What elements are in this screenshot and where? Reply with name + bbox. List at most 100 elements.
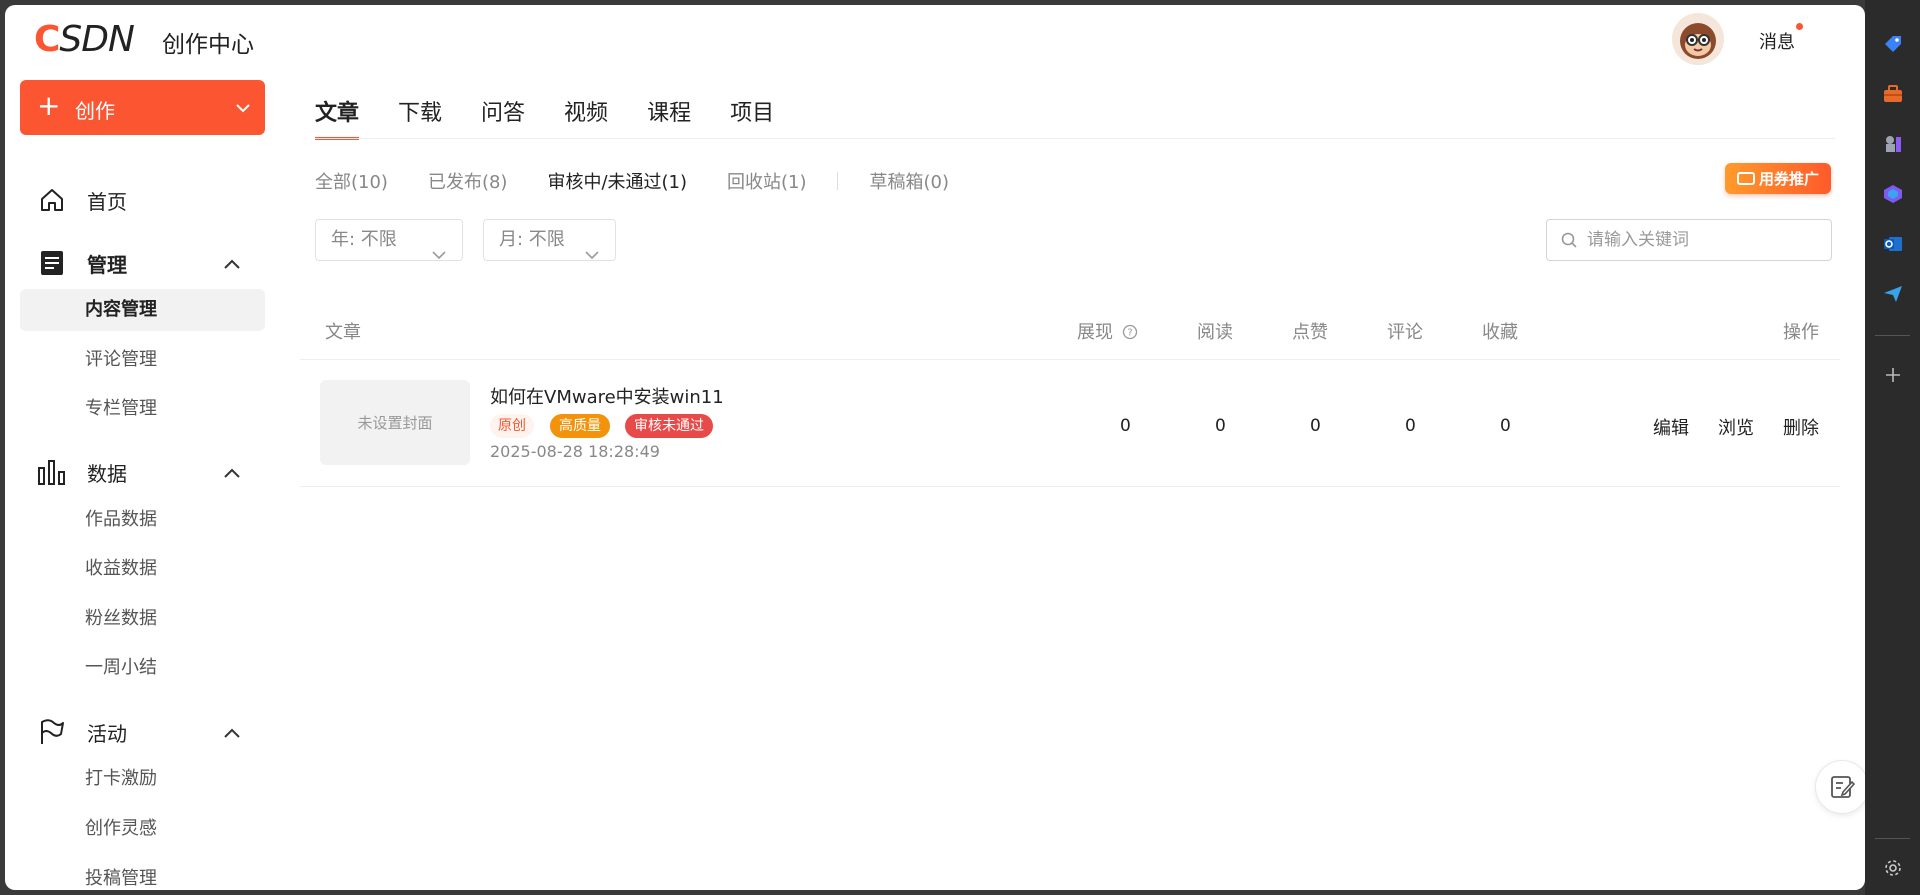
status-filter-tabs: 全部(10) 已发布(8) 审核中/未通过(1) 回收站(1) 草稿箱(0) [315, 168, 989, 194]
subtab-divider [836, 172, 838, 190]
tab-courses[interactable]: 课程 [647, 95, 691, 137]
tab-downloads[interactable]: 下载 [398, 95, 442, 137]
outlook-icon[interactable] [1882, 233, 1904, 255]
column-header-comments: 评论 [1387, 322, 1423, 343]
tab-articles[interactable]: 文章 [315, 95, 360, 140]
content-type-tabs: 文章 下载 问答 视频 课程 项目 [315, 95, 813, 140]
article-title[interactable]: 如何在VMware中安装win11 [490, 383, 724, 409]
document-icon [37, 248, 67, 278]
sidebar-group-activity[interactable]: 活动 [20, 711, 265, 753]
plus-icon[interactable] [1882, 364, 1904, 386]
help-circle-icon[interactable]: ? [1122, 324, 1138, 340]
table-header-divider [300, 359, 1840, 360]
likes-count: 0 [1310, 416, 1321, 436]
column-header-reads: 阅读 [1197, 322, 1233, 343]
month-select-value: 月: 不限 [499, 229, 565, 250]
sidebar-item-content-management[interactable]: 内容管理 [20, 289, 265, 331]
year-select-value: 年: 不限 [331, 229, 397, 250]
avatar[interactable] [1672, 13, 1724, 65]
chevron-down-icon [432, 235, 446, 275]
app-window: CSDN 创作中心 消息 + 创作 首页 管理 内容管理 评论管理 专栏管理 数… [5, 5, 1865, 890]
column-header-favorites: 收藏 [1482, 322, 1518, 343]
sidebar-group-label: 管理 [87, 252, 127, 277]
sidebar-group-data[interactable]: 数据 [20, 451, 265, 493]
home-icon [37, 185, 67, 215]
toolbox-icon[interactable] [1882, 83, 1904, 105]
column-header-views-label: 展现 [1077, 322, 1113, 343]
sidebar-group-label: 数据 [87, 461, 127, 486]
sidebar-item-weekly-summary[interactable]: 一周小结 [20, 647, 265, 689]
monkey-avatar-icon [1672, 13, 1724, 65]
original-tag: 原创 [490, 414, 534, 438]
chevron-down-icon [235, 98, 251, 117]
search-box [1546, 219, 1832, 261]
sidebar-group-manage[interactable]: 管理 [20, 242, 265, 284]
tag-icon[interactable] [1882, 33, 1904, 55]
feedback-button[interactable] [1815, 760, 1865, 814]
column-header-actions: 操作 [1783, 322, 1819, 343]
message-dot-badge [1796, 23, 1803, 30]
send-icon[interactable] [1882, 283, 1904, 305]
ticket-icon [1736, 172, 1755, 185]
search-input[interactable] [1587, 228, 1817, 252]
chevron-up-icon[interactable] [223, 255, 241, 274]
column-header-article: 文章 [325, 322, 361, 343]
browser-sidebar-rail [1865, 0, 1920, 895]
svg-text:?: ? [1127, 328, 1132, 339]
chevron-up-icon[interactable] [223, 464, 241, 483]
coupon-promotion-button[interactable]: 用券推广 [1725, 163, 1831, 194]
favorites-count: 0 [1500, 416, 1511, 436]
sidebar-item-column-management[interactable]: 专栏管理 [20, 388, 265, 430]
table-row-divider [300, 486, 1840, 487]
tabs-divider [315, 138, 1835, 139]
flag-icon [37, 717, 67, 747]
csdn-logo[interactable]: CSDN [34, 19, 135, 60]
article-cover[interactable]: 未设置封面 [320, 380, 470, 465]
sidebar-item-label: 首页 [87, 189, 127, 214]
rail-divider [1875, 838, 1910, 839]
review-rejected-badge: 审核未通过 [625, 414, 713, 438]
sidebar-item-revenue-data[interactable]: 收益数据 [20, 548, 265, 590]
tab-qa[interactable]: 问答 [481, 95, 525, 137]
year-select[interactable]: 年: 不限 [315, 219, 463, 261]
subtab-published[interactable]: 已发布(8) [428, 168, 508, 194]
sidebar-item-fans-data[interactable]: 粉丝数据 [20, 598, 265, 640]
views-count: 0 [1120, 416, 1131, 436]
sidebar-item-submission-management[interactable]: 投稿管理 [20, 858, 265, 890]
subtab-reviewing-rejected[interactable]: 审核中/未通过(1) [547, 168, 687, 194]
subtab-all[interactable]: 全部(10) [315, 168, 388, 194]
create-button[interactable]: + 创作 [20, 80, 265, 135]
sidebar-group-label: 活动 [87, 721, 127, 746]
tab-videos[interactable]: 视频 [564, 95, 608, 137]
edit-note-icon [1831, 776, 1855, 798]
subtab-drafts[interactable]: 草稿箱(0) [870, 168, 950, 194]
logo-c: C [34, 19, 60, 60]
copilot-icon[interactable] [1882, 183, 1904, 205]
sidebar-item-checkin-incentive[interactable]: 打卡激励 [20, 758, 265, 800]
reads-count: 0 [1215, 416, 1226, 436]
view-button[interactable]: 浏览 [1718, 414, 1754, 440]
sidebar-item-comment-management[interactable]: 评论管理 [20, 339, 265, 381]
column-header-likes: 点赞 [1292, 322, 1328, 343]
sidebar-item-works-data[interactable]: 作品数据 [20, 499, 265, 541]
column-header-views: 展现 ? [1077, 318, 1138, 344]
tab-projects[interactable]: 项目 [730, 95, 774, 137]
messages-link[interactable]: 消息 [1759, 28, 1795, 54]
edit-button[interactable]: 编辑 [1653, 414, 1689, 440]
chevron-up-icon[interactable] [223, 724, 241, 743]
article-date: 2025-08-28 18:28:49 [490, 442, 660, 461]
chess-icon[interactable] [1882, 133, 1904, 155]
delete-button[interactable]: 删除 [1783, 414, 1819, 440]
sidebar-item-creative-inspiration[interactable]: 创作灵感 [20, 808, 265, 850]
brand-subtitle: 创作中心 [162, 32, 254, 58]
gear-icon[interactable] [1882, 857, 1904, 879]
bar-chart-icon [37, 457, 67, 487]
subtab-recycle-bin[interactable]: 回收站(1) [727, 168, 807, 194]
search-icon [1561, 232, 1578, 253]
month-select[interactable]: 月: 不限 [483, 219, 616, 261]
rail-divider [1875, 335, 1910, 336]
sidebar-item-home[interactable]: 首页 [20, 179, 265, 221]
create-label: 创作 [75, 99, 115, 123]
high-quality-tag: 高质量 [550, 414, 610, 438]
coupon-promotion-label: 用券推广 [1758, 170, 1819, 188]
